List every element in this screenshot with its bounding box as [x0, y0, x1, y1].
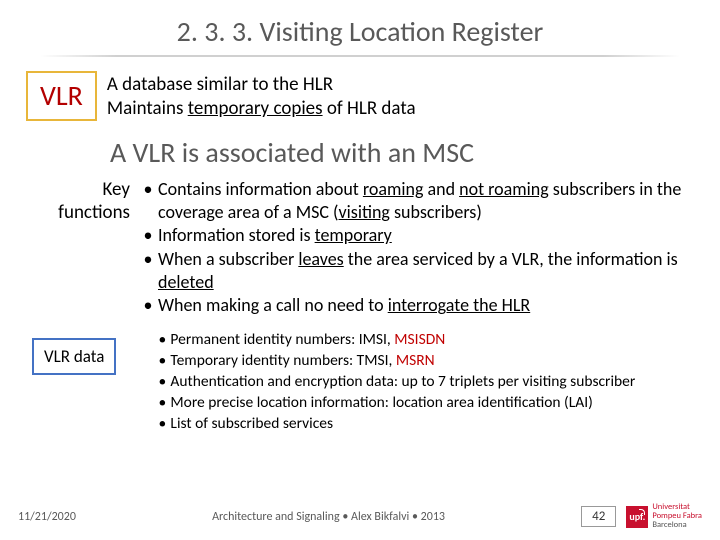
list-item: When a subscriber leaves the area servic…: [138, 248, 686, 295]
title-underline: [40, 55, 680, 57]
footer-date: 11/21/2020: [18, 510, 76, 524]
page-title: 2. 3. 3. Visiting Location Register: [20, 14, 700, 49]
def-line-2a: Maintains: [107, 97, 188, 120]
def-line-2: Maintains temporary copies of HLR data: [107, 97, 416, 121]
key-functions-list: Contains information about roaming and n…: [138, 178, 686, 318]
upf-logo: upf. Universitat Pompeu Fabra Barcelona: [626, 503, 702, 530]
list-item: When making a call no need to interrogat…: [138, 294, 686, 317]
slide: 2. 3. 3. Visiting Location Register VLR …: [0, 0, 720, 434]
association-heading: A VLR is associated with an MSC: [110, 135, 700, 170]
def-line-2b: temporary copies: [188, 97, 323, 120]
list-item: List of subscribed services: [154, 414, 686, 435]
vlr-box: VLR: [26, 71, 97, 121]
list-item: Permanent identity numbers: IMSI, MSISDN: [154, 330, 686, 351]
kf-label-1: Key: [103, 178, 130, 201]
upf-logo-text: Universitat Pompeu Fabra Barcelona: [652, 503, 702, 530]
def-line-2c: of HLR data: [323, 97, 416, 120]
footer: 11/21/2020 Architecture and Signaling • …: [0, 503, 720, 530]
key-functions-row: Key functions Contains information about…: [20, 178, 700, 328]
key-functions-label: Key functions: [26, 178, 138, 318]
def-line-1: A database similar to the HLR: [107, 73, 416, 97]
kf-label-2: functions: [58, 201, 130, 224]
vlr-data-row: VLR data Permanent identity numbers: IMS…: [20, 328, 700, 435]
list-item: Temporary identity numbers: TMSI, MSRN: [154, 351, 686, 372]
definition-text: A database similar to the HLR Maintains …: [107, 71, 416, 121]
upf-logo-icon: upf.: [626, 506, 648, 528]
list-item: Contains information about roaming and n…: [138, 178, 686, 225]
vlr-data-box: VLR data: [32, 338, 116, 375]
list-item: Authentication and encryption data: up t…: [154, 372, 686, 393]
vlr-data-list: Permanent identity numbers: IMSI, MSISDN…: [116, 330, 686, 435]
page-number: 42: [581, 506, 616, 527]
list-item: More precise location information: locat…: [154, 393, 686, 414]
footer-center: Architecture and Signaling • Alex Bikfal…: [76, 510, 581, 524]
definition-row: VLR A database similar to the HLR Mainta…: [20, 71, 700, 131]
list-item: Information stored is temporary: [138, 224, 686, 247]
